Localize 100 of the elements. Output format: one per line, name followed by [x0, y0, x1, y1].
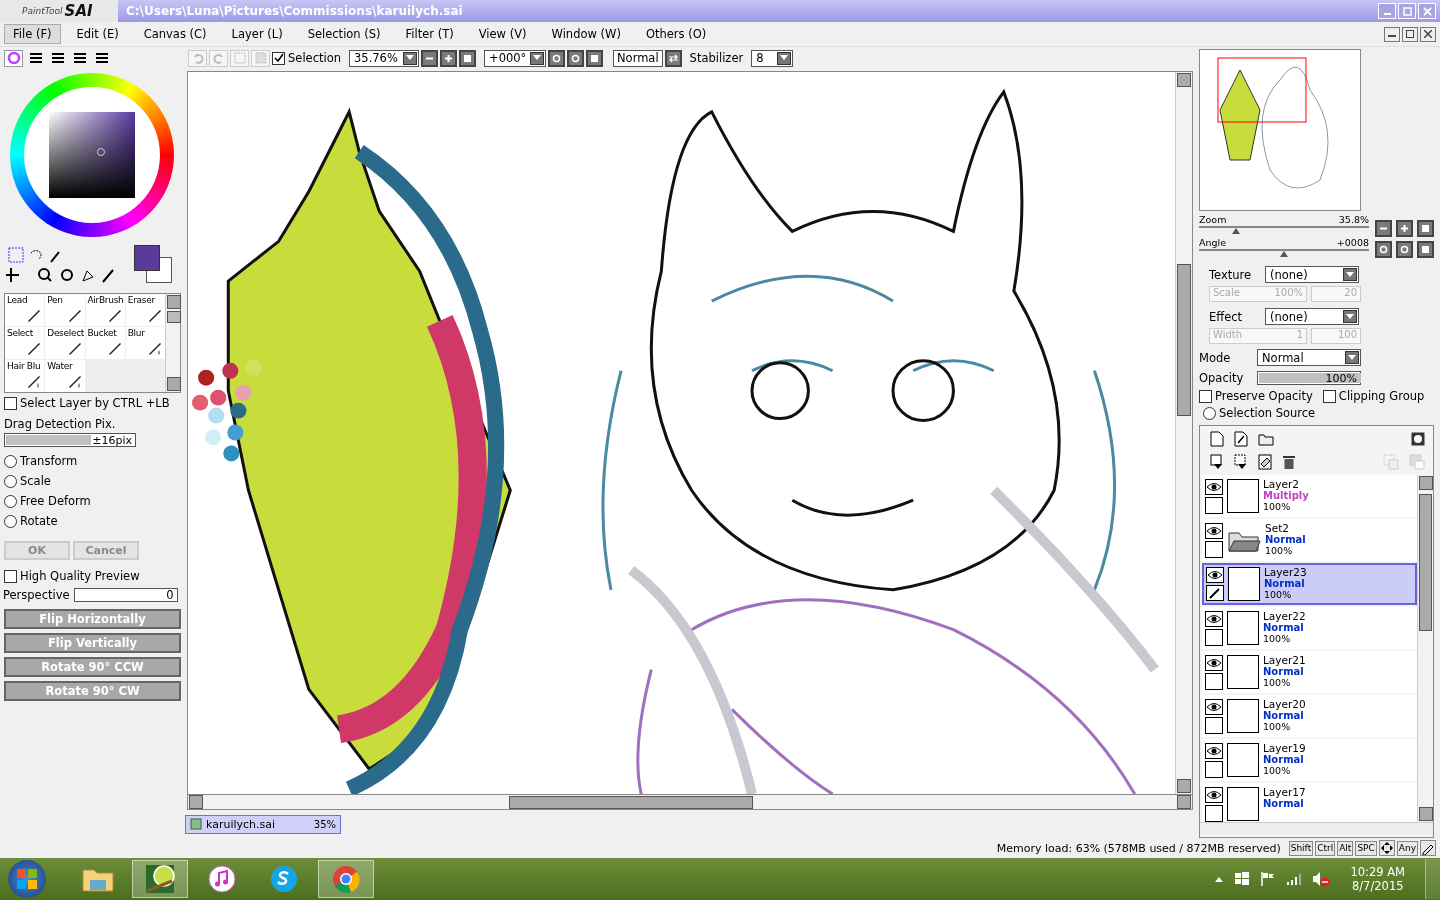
eye-icon[interactable]	[1206, 567, 1224, 583]
mask-icon[interactable]	[1411, 432, 1425, 446]
trash-icon[interactable]	[1282, 454, 1296, 470]
layer-row[interactable]: Layer23 Normal 100%	[1202, 563, 1417, 605]
checkbox[interactable]	[4, 396, 17, 410]
transfer-down-icon[interactable]	[1210, 454, 1224, 470]
menu-item[interactable]: Edit (E)	[67, 24, 128, 44]
selection-source-radio[interactable]: Selection Source	[1203, 406, 1436, 420]
eye-icon[interactable]	[1205, 611, 1223, 627]
clipping-group-checkbox[interactable]: Clipping Group	[1322, 389, 1425, 403]
windows-flag-icon[interactable]	[1234, 871, 1251, 887]
document-tab[interactable]: karuilych.sai 35%	[185, 814, 341, 834]
tool-button[interactable]: Water	[45, 360, 85, 392]
scrollbar[interactable]	[165, 294, 180, 392]
layer-row[interactable]: Layer22 Normal 100%	[1202, 607, 1417, 649]
lock-toggle[interactable]	[1205, 673, 1223, 690]
artwork-drawing[interactable]	[188, 72, 1175, 794]
opacity-slider[interactable]: 100%	[1257, 371, 1361, 385]
menu-item[interactable]: File (F)	[4, 24, 61, 44]
tool-button[interactable]: Bucket	[85, 327, 125, 359]
perspective-field[interactable]: 0	[73, 588, 178, 602]
zoom-out-button[interactable]	[421, 49, 438, 67]
radio-button[interactable]	[1203, 406, 1216, 420]
effect-dropdown[interactable]: (none)	[1265, 308, 1359, 325]
lock-toggle[interactable]	[1205, 717, 1223, 734]
signal-icon[interactable]	[1286, 872, 1303, 886]
taskbar-app-button[interactable]	[132, 860, 188, 898]
start-button[interactable]	[8, 860, 46, 898]
vertical-scrollbar[interactable]	[1175, 72, 1192, 794]
tool-button[interactable]: AirBrush	[85, 294, 125, 326]
radio-button[interactable]	[4, 474, 17, 488]
rotate-right-button[interactable]	[1396, 241, 1413, 258]
menu-item[interactable]: Canvas (C)	[134, 24, 216, 44]
reset-zoom-button[interactable]	[1417, 220, 1434, 237]
radio-button[interactable]	[4, 514, 17, 528]
stabilizer-dropdown[interactable]: 8	[751, 49, 794, 67]
tool-button[interactable]: Lead	[5, 294, 45, 326]
transform-radio[interactable]: Scale	[4, 474, 185, 488]
lock-toggle[interactable]	[1205, 805, 1223, 822]
layer-row[interactable]: Layer21 Normal 100%	[1202, 651, 1417, 693]
layer-row[interactable]: Layer19 Normal 100%	[1202, 739, 1417, 781]
drag-detection-slider[interactable]: ±16pix	[4, 433, 136, 447]
lock-toggle[interactable]	[1205, 629, 1223, 646]
lock-toggle[interactable]	[1205, 497, 1223, 514]
zoom-in-button[interactable]	[440, 49, 457, 67]
eye-icon[interactable]	[1205, 699, 1223, 715]
eye-icon[interactable]	[1205, 523, 1223, 539]
eye-icon[interactable]	[1205, 479, 1223, 495]
menu-item[interactable]: Layer (L)	[222, 24, 292, 44]
lock-toggle[interactable]	[1205, 761, 1223, 778]
select-layer-checkbox[interactable]: Select Layer by CTRL +LB	[4, 396, 185, 410]
tool-button[interactable]: Eraser	[125, 294, 165, 326]
tool-button[interactable]: Hair Blu	[5, 360, 45, 392]
close-button[interactable]	[1420, 26, 1436, 42]
taskbar-app-button[interactable]	[318, 860, 374, 898]
transform-radio[interactable]: Transform	[4, 454, 185, 468]
layer-row[interactable]: Layer2 Multiply 100%	[1202, 475, 1417, 517]
texture-dropdown[interactable]: (none)	[1265, 266, 1359, 283]
transform-radio[interactable]: Rotate	[4, 514, 185, 528]
reset-zoom-button[interactable]	[459, 49, 476, 67]
radio-button[interactable]	[4, 494, 17, 508]
lock-toggle[interactable]	[1205, 541, 1223, 558]
zoom-in-button[interactable]	[1396, 220, 1413, 237]
minimize-button[interactable]	[1384, 26, 1400, 42]
new-layer-icon[interactable]	[1210, 431, 1224, 447]
rotate-left-button[interactable]	[1375, 241, 1392, 258]
tool-button[interactable]: Deselect	[45, 327, 85, 359]
transform-radio[interactable]: Free Deform	[4, 494, 185, 508]
menu-item[interactable]: Window (W)	[542, 24, 630, 44]
checkbox[interactable]	[1322, 389, 1336, 403]
tool-button[interactable]: Pen	[45, 294, 85, 326]
zoom-out-button[interactable]	[1375, 220, 1392, 237]
eye-icon[interactable]	[1205, 743, 1223, 759]
new-linework-layer-icon[interactable]	[1234, 431, 1248, 447]
selection-checkbox[interactable]: Selection	[272, 51, 341, 65]
radio-button[interactable]	[4, 454, 17, 468]
layer-row[interactable]: Layer20 Normal 100%	[1202, 695, 1417, 737]
flip-button[interactable]	[664, 49, 682, 67]
reset-rotation-button[interactable]	[586, 49, 603, 67]
reset-rotation-button[interactable]	[1417, 241, 1434, 258]
show-hidden-icons-icon[interactable]	[1214, 875, 1225, 883]
checkbox[interactable]	[4, 569, 17, 583]
horizontal-scrollbar[interactable]	[1200, 822, 1433, 835]
mode-dropdown[interactable]: Normal	[1257, 349, 1361, 366]
eye-icon[interactable]	[1205, 787, 1223, 803]
high-quality-preview-checkbox[interactable]: High Quality Preview	[4, 569, 185, 583]
zoom-dropdown[interactable]: 35.76%	[349, 49, 419, 67]
layer-row[interactable]: Set2 Normal 100%	[1202, 519, 1417, 561]
rotate-left-button[interactable]	[548, 49, 565, 67]
eraser-icon[interactable]	[1258, 454, 1272, 470]
rotate-right-button[interactable]	[567, 49, 584, 67]
tool-button[interactable]: Select	[5, 327, 45, 359]
eye-icon[interactable]	[1205, 655, 1223, 671]
checkbox[interactable]	[272, 51, 285, 65]
flag-icon[interactable]	[1260, 871, 1277, 887]
folder-icon[interactable]	[1258, 432, 1274, 446]
layer-scrollbar[interactable]	[1417, 475, 1433, 822]
restore-button[interactable]	[1402, 26, 1418, 42]
checkbox[interactable]	[1199, 389, 1212, 403]
blend-mode-field[interactable]: Normal	[613, 49, 663, 67]
